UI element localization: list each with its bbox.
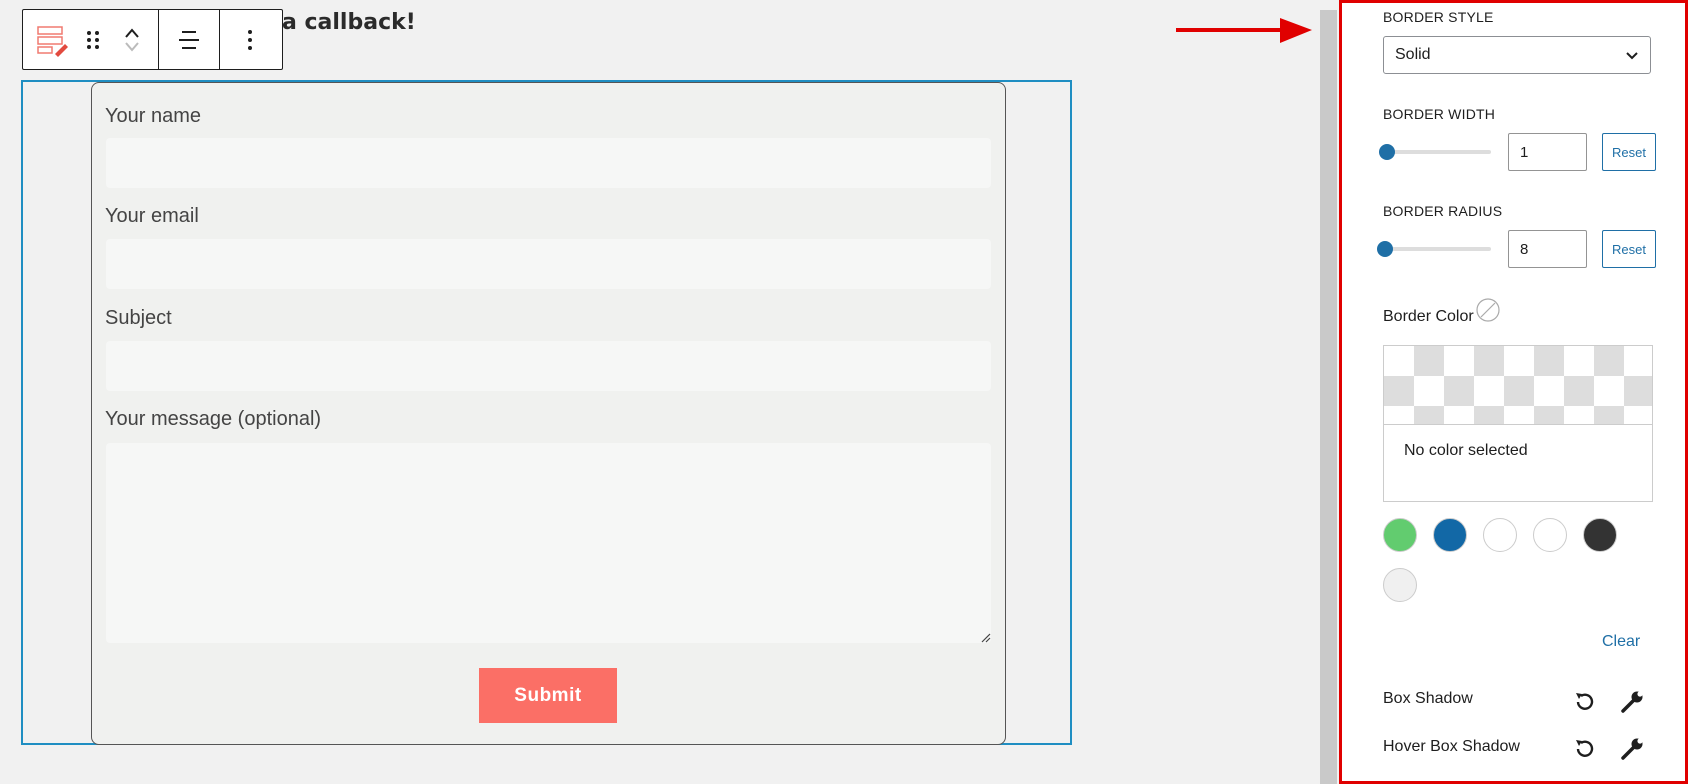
no-color-text: No color selected — [1404, 442, 1528, 459]
annotation-arrow-icon — [1176, 18, 1312, 43]
hover-wrench-icon[interactable] — [1620, 736, 1646, 762]
color-preview: No color selected — [1383, 345, 1653, 502]
border-radius-input[interactable]: 8 — [1508, 230, 1587, 268]
color-swatch-dark[interactable] — [1583, 518, 1617, 552]
border-radius-slider-track[interactable] — [1386, 247, 1491, 251]
drag-handle-icon[interactable] — [74, 29, 112, 51]
move-down-icon[interactable] — [123, 40, 141, 54]
email-input[interactable] — [106, 239, 991, 289]
border-radius-slider-thumb[interactable] — [1377, 241, 1393, 257]
border-style-label: BORDER STYLE — [1383, 9, 1494, 25]
name-input[interactable] — [106, 138, 991, 188]
border-width-label: BORDER WIDTH — [1383, 106, 1496, 122]
mover-controls — [112, 26, 152, 54]
color-swatch-light-gray[interactable] — [1383, 568, 1417, 602]
border-style-select[interactable]: Solid — [1383, 36, 1651, 74]
move-up-icon[interactable] — [123, 26, 141, 40]
color-swatch-white[interactable] — [1483, 518, 1517, 552]
border-width-input[interactable]: 1 — [1508, 133, 1587, 171]
wrench-icon[interactable] — [1620, 689, 1646, 715]
box-shadow-label: Box Shadow — [1383, 690, 1473, 707]
border-width-slider-track[interactable] — [1386, 150, 1491, 154]
message-label: Your message (optional) — [105, 408, 322, 430]
resize-handle-icon[interactable] — [979, 631, 991, 643]
email-label: Your email — [105, 205, 199, 227]
subject-label: Subject — [105, 307, 172, 329]
block-toolbar — [22, 9, 283, 70]
hover-reset-icon[interactable] — [1572, 736, 1598, 762]
border-style-value: Solid — [1395, 46, 1431, 63]
more-options-icon[interactable] — [246, 28, 254, 52]
contact-form: Your name Your email Subject Your messag… — [91, 82, 1006, 745]
transparency-checkerboard — [1384, 346, 1652, 425]
clear-color-button[interactable]: Clear — [1602, 633, 1640, 651]
hover-box-shadow-label: Hover Box Shadow — [1383, 738, 1520, 755]
settings-sidebar: BORDER STYLE Solid BORDER WIDTH 1 Reset … — [1339, 0, 1688, 784]
color-swatch-white-2[interactable] — [1533, 518, 1567, 552]
reset-icon[interactable] — [1572, 689, 1598, 715]
border-radius-reset-button[interactable]: Reset — [1602, 230, 1656, 268]
subject-input[interactable] — [106, 341, 991, 391]
message-textarea[interactable] — [106, 443, 991, 643]
chevron-down-icon — [1626, 52, 1638, 60]
toolbar-group-more — [220, 10, 280, 69]
border-width-reset-button[interactable]: Reset — [1602, 133, 1656, 171]
scrollbar[interactable] — [1320, 10, 1337, 784]
submit-button[interactable]: Submit — [479, 668, 617, 723]
color-swatch-blue[interactable] — [1433, 518, 1467, 552]
toolbar-group-align — [159, 10, 220, 69]
name-label: Your name — [105, 105, 201, 127]
border-color-label: Border Color — [1383, 308, 1474, 325]
no-color-icon[interactable] — [1475, 297, 1501, 323]
border-width-slider-thumb[interactable] — [1379, 144, 1395, 160]
block-type-icon[interactable] — [30, 23, 74, 57]
color-swatch-green[interactable] — [1383, 518, 1417, 552]
border-radius-label: BORDER RADIUS — [1383, 203, 1503, 219]
page-heading: a callback! — [282, 10, 416, 35]
toolbar-group-block — [23, 10, 159, 69]
align-icon[interactable] — [177, 28, 201, 52]
